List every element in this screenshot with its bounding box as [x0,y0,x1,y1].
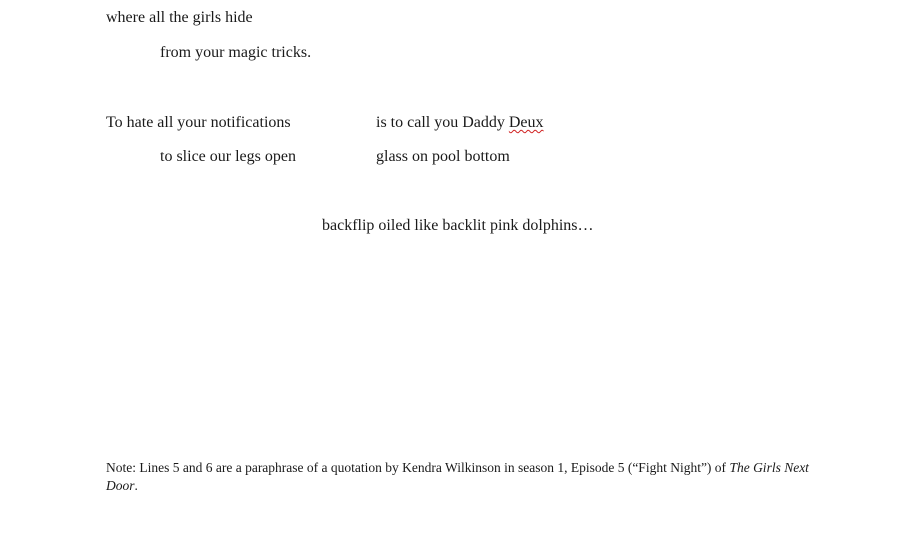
poem-line-daddy-prefix: is to call you Daddy [376,114,509,131]
poem-line-where-all-the-girls-hide: where all the girls hide [106,9,253,26]
poem-line-slice-legs-open: to slice our legs open [160,148,296,165]
poem-line-glass-pool-bottom: glass on pool bottom [376,148,510,165]
poem-line-backflip-dolphins: backflip oiled like backlit pink dolphin… [322,217,594,234]
footnote-end: . [134,478,138,493]
poem-line-daddy-deux: is to call you Daddy Deux [376,113,544,133]
footnote: Note: Lines 5 and 6 are a paraphrase of … [106,459,811,495]
poem-line-to-hate-notifications: To hate all your notifications [106,114,291,131]
document-page: where all the girls hide from your magic… [0,0,911,533]
footnote-text: Note: Lines 5 and 6 are a paraphrase of … [106,460,730,475]
poem-line-from-your-magic-tricks: from your magic tricks. [160,44,312,61]
spellcheck-flagged-word[interactable]: Deux [509,114,544,131]
